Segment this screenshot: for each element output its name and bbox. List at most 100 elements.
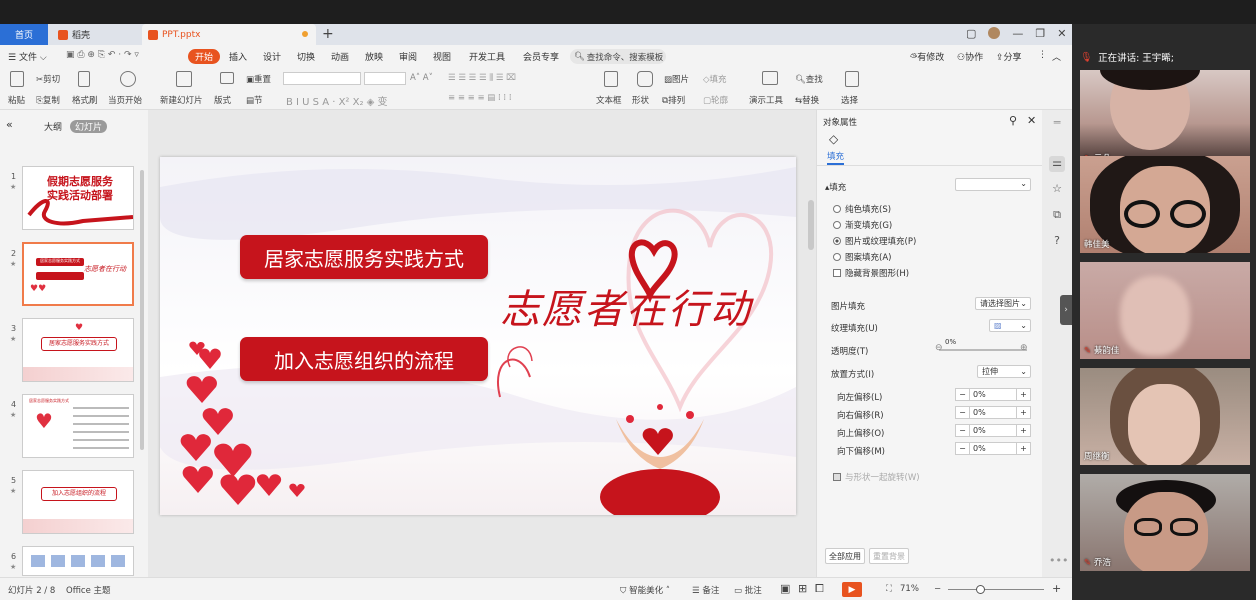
restore-icon[interactable]: ❐ [1035,27,1045,40]
from-current-button[interactable]: 当页开始 [108,94,142,106]
help-icon[interactable]: ? [1049,234,1065,250]
new-slide-icon[interactable] [176,71,192,87]
paragraph-align-icons[interactable]: ≡ ≡ ≡ ≡ ▤ ⁞ ⁞ ⁞ [448,93,512,103]
rotate-with-shape-checkbox[interactable]: 与形状一起旋转(W) [833,471,920,483]
zoom-in-icon[interactable]: + [1052,582,1061,595]
plus-icon[interactable]: + [1016,425,1030,436]
pin-star-icon[interactable]: ☆ [1049,182,1065,198]
share-button[interactable]: ⇪分享 [996,50,1022,63]
find-button[interactable]: 🔍︎查找 [795,73,823,85]
comments-button[interactable]: ▭ 批注 [734,584,762,596]
menu-insert[interactable]: 插入 [229,50,247,63]
picture-fill-dropdown[interactable]: 请选择图片 ⌄ [975,297,1031,310]
tab-fill[interactable]: 填充 [827,150,845,165]
minimize-icon[interactable]: — [1012,27,1023,40]
menu-start[interactable]: 开始 [188,49,221,64]
slide-thumb-5[interactable]: 加入志愿组织的流程 [22,470,134,534]
menu-design[interactable]: 设计 [263,50,281,63]
quick-access-icons[interactable]: ▣ ⎙ ⊕ ⎘ ↶ · ↷ ▿ [66,50,139,60]
copy-button[interactable]: ⎘复制 [36,94,60,106]
offset-down-value[interactable]: 0% [970,443,1016,454]
hide-background-checkbox[interactable]: 隐藏背景图形(H) [833,267,909,279]
fill-section-header[interactable]: ▴填充 [825,181,846,193]
apply-all-button[interactable]: 全部应用 [825,548,865,564]
reset-background-button[interactable]: 重置背景 [869,548,909,564]
slide-canvas[interactable]: 居家志愿服务实践方式 加入志愿组织的流程 志愿者在行动 [148,110,816,594]
command-search[interactable]: 🔍︎ 查找命令、搜索模板 [570,49,666,64]
slide-thumb-1[interactable]: 假期志愿服务 实践活动部署 [22,166,134,230]
play-icon[interactable] [120,71,136,87]
theme-name[interactable]: Office 主题 [66,584,111,596]
more-dots-icon[interactable]: ••• [1049,554,1068,570]
offset-down-stepper[interactable]: −0% + [955,442,1031,455]
slide-pill-1[interactable]: 居家志愿服务实践方式 [240,235,488,279]
sorter-view-icon[interactable]: ⊞ [798,582,807,595]
minus-icon[interactable]: − [956,389,970,400]
close-pane-icon[interactable]: ✕ [1027,114,1036,127]
video-tile-1[interactable]: ✎ 云朵 [1080,70,1250,167]
textbox-button[interactable]: 文本框 [596,94,622,106]
option-solid-fill[interactable]: 纯色填充(S) [833,203,891,215]
cut-button[interactable]: ✂剪切 [36,73,60,85]
props-title[interactable]: 对象属性 [823,116,857,128]
font-name-input[interactable] [283,72,361,85]
zoom-out-icon[interactable]: − [934,584,941,594]
reset-button[interactable]: ▣重置 [246,73,271,85]
slide-calligraphy-title[interactable]: 志愿者在行动 [500,277,752,335]
canvas-vscrollbar[interactable] [808,200,814,250]
tab-home[interactable]: 首页 [0,24,48,45]
option-pattern-fill[interactable]: 图案填充(A) [833,251,891,263]
option-gradient-fill[interactable]: 渐变填充(G) [833,219,892,231]
shape-button[interactable]: 形状 [632,94,649,106]
paragraph-list-icons[interactable]: ☰ ☰ ☰ ☰ ⫼ ☰ ⌧ [448,73,516,83]
pin-icon[interactable]: ⚲ [1009,114,1017,127]
zoom-level[interactable]: 71% [900,584,919,594]
menu-view[interactable]: 视图 [433,50,451,63]
fill-color-dropdown[interactable]: ⌄ [955,178,1031,191]
current-slide[interactable]: 居家志愿服务实践方式 加入志愿组织的流程 志愿者在行动 [160,157,796,515]
paste-icon[interactable] [10,71,24,87]
slider-minus-icon[interactable]: ⊖ [935,343,943,353]
has-changes-button[interactable]: ⛅︎有修改 [910,50,944,63]
picture-button[interactable]: ▨图片 [664,73,689,85]
avatar[interactable] [988,27,1001,39]
offset-right-stepper[interactable]: −0% + [955,406,1031,419]
layout-button[interactable]: 版式 [214,94,231,106]
menu-member[interactable]: 会员专享 [523,50,559,63]
menu-review[interactable]: 审阅 [399,50,417,63]
reading-view-icon[interactable]: ⧠ [815,582,824,596]
transparency-slider[interactable] [939,349,1027,351]
tab-daoke[interactable]: 稻壳 [52,24,138,45]
video-tile-2[interactable]: 韩佳美 [1080,156,1250,253]
collaborate-button[interactable]: ⚇协作 [957,50,983,63]
section-button[interactable]: ▤节 [246,94,263,106]
plus-icon[interactable]: + [1016,389,1030,400]
thumbnail-scrollbar[interactable] [140,170,144,450]
plus-icon[interactable]: + [1016,443,1030,454]
offset-up-stepper[interactable]: −0% + [955,424,1031,437]
tab-outline[interactable]: 大纲 [44,120,62,133]
menu-transition[interactable]: 切换 [297,50,315,63]
text-format-buttons[interactable]: B I U S A · X² X₂ ◈ 变 [286,93,388,108]
play-slideshow-button[interactable]: ▶ [842,582,862,597]
notes-button[interactable]: ☰ 备注 [692,584,719,596]
copy-layers-icon[interactable]: ⧉ [1049,208,1065,224]
video-tile-4[interactable]: 周继衡 [1080,368,1250,465]
slide-thumb-6[interactable] [22,546,134,576]
option-picture-fill[interactable]: 图片或纹理填充(P) [833,235,916,247]
video-tile-5[interactable]: ✎ 乔浩 [1080,474,1250,571]
outline-button[interactable]: ▢轮廓 [703,94,728,106]
new-slide-button[interactable]: 新建幻灯片 [160,94,203,106]
minus-icon[interactable]: − [956,443,970,454]
normal-view-icon[interactable]: ▣ [780,582,790,595]
properties-sliders-icon[interactable]: ⚌ [1049,156,1065,172]
slide-pill-2[interactable]: 加入志愿组织的流程 [240,337,488,381]
layout-icon[interactable] [220,72,234,84]
zoom-slider[interactable] [948,589,1044,590]
tab-document[interactable]: PPT.pptx [142,24,316,45]
close-icon[interactable]: ✕ [1057,27,1066,40]
fit-window-icon[interactable]: ⛶ [886,584,892,594]
slide-thumb-4[interactable]: 居家志愿服务实践方式 ♥ [22,394,134,458]
format-painter-icon[interactable] [78,71,90,87]
offset-up-value[interactable]: 0% [970,425,1016,436]
